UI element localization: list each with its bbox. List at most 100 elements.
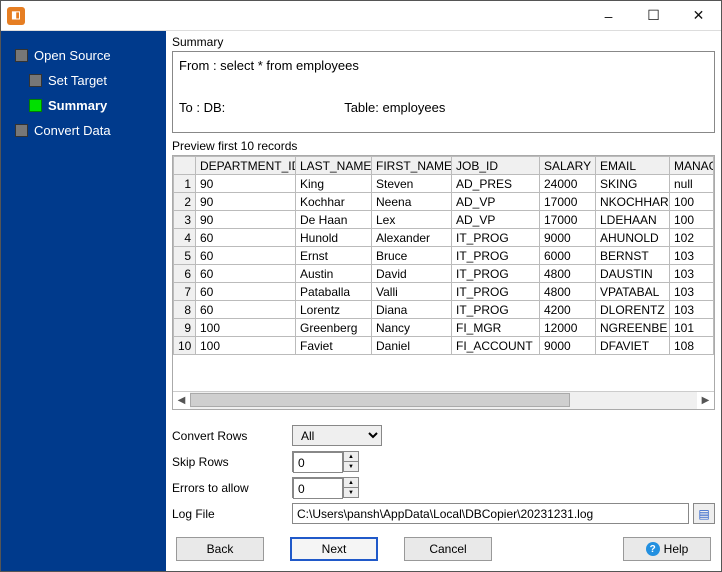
column-header[interactable]: FIRST_NAME bbox=[372, 157, 452, 175]
table-cell[interactable]: Faviet bbox=[296, 337, 372, 355]
table-cell[interactable]: Nancy bbox=[372, 319, 452, 337]
table-cell[interactable]: LDEHAAN bbox=[596, 211, 670, 229]
table-cell[interactable]: 60 bbox=[196, 229, 296, 247]
table-cell[interactable]: Hunold bbox=[296, 229, 372, 247]
table-row[interactable]: 660AustinDavidIT_PROG4800DAUSTIN103 bbox=[174, 265, 714, 283]
table-cell[interactable]: Greenberg bbox=[296, 319, 372, 337]
next-button[interactable]: Next bbox=[290, 537, 378, 561]
table-cell[interactable]: Pataballa bbox=[296, 283, 372, 301]
column-header[interactable]: DEPARTMENT_ID bbox=[196, 157, 296, 175]
table-cell[interactable]: null bbox=[670, 175, 714, 193]
column-header[interactable]: MANAG bbox=[670, 157, 714, 175]
scroll-right-arrow-icon[interactable]: ▶ bbox=[697, 392, 714, 409]
table-cell[interactable]: AD_PRES bbox=[452, 175, 540, 193]
table-cell[interactable]: 9000 bbox=[540, 229, 596, 247]
sidebar-item-open-source[interactable]: Open Source bbox=[1, 43, 166, 68]
table-cell[interactable]: BERNST bbox=[596, 247, 670, 265]
table-row[interactable]: 460HunoldAlexanderIT_PROG9000AHUNOLD102 bbox=[174, 229, 714, 247]
preview-table[interactable]: DEPARTMENT_IDLAST_NAMEFIRST_NAMEJOB_IDSA… bbox=[173, 156, 714, 355]
logfile-input[interactable] bbox=[292, 503, 689, 524]
table-cell[interactable]: VPATABAL bbox=[596, 283, 670, 301]
scroll-left-arrow-icon[interactable]: ◀ bbox=[173, 392, 190, 409]
table-cell[interactable]: 101 bbox=[670, 319, 714, 337]
spin-down-icon[interactable]: ▼ bbox=[344, 488, 358, 497]
skip-rows-stepper[interactable]: ▲▼ bbox=[292, 451, 359, 472]
table-cell[interactable]: SKING bbox=[596, 175, 670, 193]
table-row[interactable]: 10100FavietDanielFI_ACCOUNT9000DFAVIET10… bbox=[174, 337, 714, 355]
table-cell[interactable]: Diana bbox=[372, 301, 452, 319]
table-cell[interactable]: FI_ACCOUNT bbox=[452, 337, 540, 355]
table-cell[interactable]: De Haan bbox=[296, 211, 372, 229]
table-cell[interactable]: 103 bbox=[670, 301, 714, 319]
spin-up-icon[interactable]: ▲ bbox=[344, 478, 358, 488]
table-cell[interactable]: DFAVIET bbox=[596, 337, 670, 355]
table-row[interactable]: 760PataballaValliIT_PROG4800VPATABAL103 bbox=[174, 283, 714, 301]
column-header[interactable]: JOB_ID bbox=[452, 157, 540, 175]
horizontal-scrollbar[interactable]: ◀ ▶ bbox=[173, 391, 714, 409]
column-header[interactable]: SALARY bbox=[540, 157, 596, 175]
table-cell[interactable]: 103 bbox=[670, 283, 714, 301]
table-cell[interactable]: 17000 bbox=[540, 193, 596, 211]
table-cell[interactable]: 9000 bbox=[540, 337, 596, 355]
table-cell[interactable]: 108 bbox=[670, 337, 714, 355]
spin-up-icon[interactable]: ▲ bbox=[344, 452, 358, 462]
table-cell[interactable]: 103 bbox=[670, 265, 714, 283]
table-row[interactable]: 390De HaanLexAD_VP17000LDEHAAN100 bbox=[174, 211, 714, 229]
close-button[interactable]: ✕ bbox=[676, 1, 721, 30]
table-cell[interactable]: Kochhar bbox=[296, 193, 372, 211]
table-cell[interactable]: 60 bbox=[196, 301, 296, 319]
table-row[interactable]: 860LorentzDianaIT_PROG4200DLORENTZ103 bbox=[174, 301, 714, 319]
table-cell[interactable]: NKOCHHAR bbox=[596, 193, 670, 211]
table-cell[interactable]: 6000 bbox=[540, 247, 596, 265]
table-cell[interactable]: Steven bbox=[372, 175, 452, 193]
browse-logfile-button[interactable]: ▤ bbox=[693, 503, 715, 524]
table-cell[interactable]: Valli bbox=[372, 283, 452, 301]
table-cell[interactable]: AHUNOLD bbox=[596, 229, 670, 247]
table-cell[interactable]: DAUSTIN bbox=[596, 265, 670, 283]
table-cell[interactable]: 90 bbox=[196, 211, 296, 229]
table-cell[interactable]: IT_PROG bbox=[452, 283, 540, 301]
table-cell[interactable]: 24000 bbox=[540, 175, 596, 193]
table-cell[interactable]: 4800 bbox=[540, 265, 596, 283]
table-cell[interactable]: Bruce bbox=[372, 247, 452, 265]
table-cell[interactable]: 60 bbox=[196, 283, 296, 301]
table-cell[interactable]: King bbox=[296, 175, 372, 193]
convert-rows-select[interactable]: All bbox=[292, 425, 382, 446]
table-cell[interactable]: IT_PROG bbox=[452, 229, 540, 247]
table-cell[interactable]: Neena bbox=[372, 193, 452, 211]
table-cell[interactable]: 100 bbox=[670, 193, 714, 211]
help-button[interactable]: ? Help bbox=[623, 537, 711, 561]
column-header[interactable]: LAST_NAME bbox=[296, 157, 372, 175]
table-cell[interactable]: AD_VP bbox=[452, 193, 540, 211]
table-cell[interactable]: AD_VP bbox=[452, 211, 540, 229]
column-header[interactable]: EMAIL bbox=[596, 157, 670, 175]
table-cell[interactable]: 100 bbox=[196, 337, 296, 355]
table-cell[interactable]: Alexander bbox=[372, 229, 452, 247]
table-cell[interactable]: DLORENTZ bbox=[596, 301, 670, 319]
table-cell[interactable]: 100 bbox=[670, 211, 714, 229]
table-cell[interactable]: 90 bbox=[196, 175, 296, 193]
sidebar-item-set-target[interactable]: Set Target bbox=[1, 68, 166, 93]
table-cell[interactable]: 60 bbox=[196, 247, 296, 265]
table-cell[interactable]: Lex bbox=[372, 211, 452, 229]
table-cell[interactable]: NGREENBE bbox=[596, 319, 670, 337]
table-cell[interactable]: 4800 bbox=[540, 283, 596, 301]
minimize-button[interactable]: – bbox=[586, 1, 631, 30]
table-row[interactable]: 190KingStevenAD_PRES24000SKINGnull bbox=[174, 175, 714, 193]
cancel-button[interactable]: Cancel bbox=[404, 537, 492, 561]
back-button[interactable]: Back bbox=[176, 537, 264, 561]
table-cell[interactable]: IT_PROG bbox=[452, 247, 540, 265]
sidebar-item-summary[interactable]: Summary bbox=[1, 93, 166, 118]
table-row[interactable]: 290KochharNeenaAD_VP17000NKOCHHAR100 bbox=[174, 193, 714, 211]
errors-allow-stepper[interactable]: ▲▼ bbox=[292, 477, 359, 498]
table-row[interactable]: 560ErnstBruceIT_PROG6000BERNST103 bbox=[174, 247, 714, 265]
table-cell[interactable]: Ernst bbox=[296, 247, 372, 265]
table-cell[interactable]: IT_PROG bbox=[452, 301, 540, 319]
table-cell[interactable]: Lorentz bbox=[296, 301, 372, 319]
table-cell[interactable]: Daniel bbox=[372, 337, 452, 355]
scroll-thumb[interactable] bbox=[190, 393, 570, 407]
table-cell[interactable]: FI_MGR bbox=[452, 319, 540, 337]
table-cell[interactable]: David bbox=[372, 265, 452, 283]
maximize-button[interactable]: ☐ bbox=[631, 1, 676, 30]
table-cell[interactable]: 12000 bbox=[540, 319, 596, 337]
